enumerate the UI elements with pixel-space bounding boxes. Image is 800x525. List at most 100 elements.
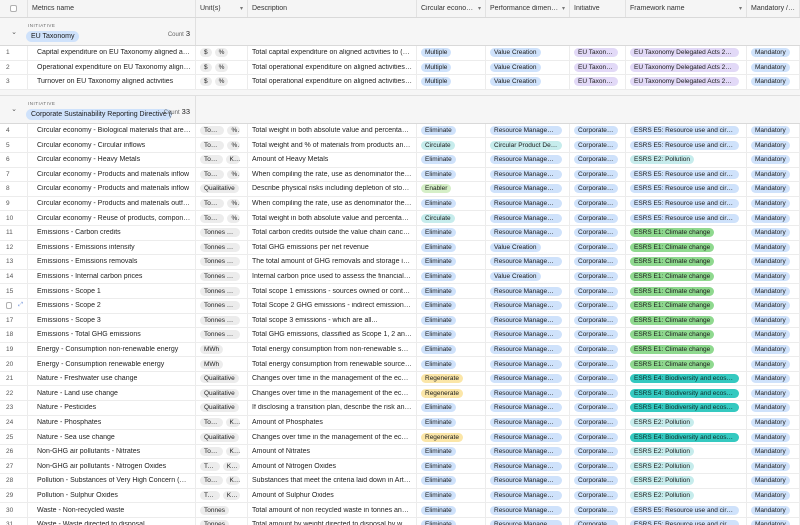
framework-name-cell[interactable]: ESRS E4: Biodiversity and ecosystems bbox=[626, 386, 747, 401]
mandatory-cell[interactable]: Mandatory bbox=[747, 298, 800, 313]
initiative-cell[interactable]: EU Taxonomy bbox=[570, 75, 626, 89]
framework-name-cell[interactable]: ESRS E5: Resource use and circular ... bbox=[626, 182, 747, 196]
performance-dimension-cell[interactable]: Value Creation bbox=[486, 240, 570, 255]
initiative-cell[interactable]: Corporate Su... bbox=[570, 182, 626, 196]
group-toggle[interactable]: ⌄ bbox=[0, 18, 28, 45]
metric-name-cell[interactable]: Pollution - Sulphur Oxides bbox=[28, 488, 196, 503]
performance-dimension-cell[interactable]: Value Creation bbox=[486, 60, 570, 75]
performance-dimension-cell[interactable]: Resource Management bbox=[486, 298, 570, 313]
metric-name-cell[interactable]: Emissions - Emissions intensity bbox=[28, 240, 196, 255]
row-number-cell[interactable]: 10 bbox=[0, 211, 28, 225]
initiative-cell[interactable]: EU Taxonomy bbox=[570, 60, 626, 75]
metric-name-cell[interactable]: Emissions - Scope 2 bbox=[28, 298, 196, 313]
circular-economy-cell[interactable]: Eliminate bbox=[417, 459, 486, 474]
description-cell[interactable]: Changes over time in the management of t… bbox=[248, 371, 417, 386]
framework-name-cell[interactable]: ESRS E5: Resource use and circular ... bbox=[626, 138, 747, 152]
table-row[interactable]: 18 Emissions - Total GHG emissions Tonnes … bbox=[0, 328, 800, 343]
metric-name-cell[interactable]: Waste - Non-recycled waste bbox=[28, 503, 196, 517]
group-toggle[interactable]: ⌄ bbox=[0, 96, 28, 123]
initiative-cell[interactable]: Corporate Su... bbox=[570, 196, 626, 211]
initiative-cell[interactable]: Corporate Su... bbox=[570, 123, 626, 138]
description-cell[interactable]: Total amount of non recycled waste in to… bbox=[248, 503, 417, 517]
mandatory-cell[interactable]: Mandatory bbox=[747, 196, 800, 211]
mandatory-cell[interactable]: Mandatory bbox=[747, 328, 800, 342]
circular-economy-cell[interactable]: Enabler bbox=[417, 182, 486, 196]
row-number-cell[interactable]: 14 bbox=[0, 269, 28, 284]
circular-economy-cell[interactable]: Eliminate bbox=[417, 328, 486, 342]
description-cell[interactable]: Total weight and % of materials from pro… bbox=[248, 138, 417, 152]
description-cell[interactable]: Total operational expenditure on aligned… bbox=[248, 75, 417, 89]
description-cell[interactable]: When compiling the rate, use as denomina… bbox=[248, 196, 417, 211]
mandatory-cell[interactable]: Mandatory bbox=[747, 371, 800, 386]
performance-dimension-cell[interactable]: Resource Management bbox=[486, 415, 570, 430]
table-row[interactable]: 5 Circular economy - Circular inflows Tonn… bbox=[0, 138, 800, 153]
mandatory-cell[interactable]: Mandatory bbox=[747, 401, 800, 415]
units-cell[interactable]: Tonnes% bbox=[196, 138, 248, 152]
row-number-cell[interactable]: 9 bbox=[0, 196, 28, 211]
table-row[interactable]: 30 Waste - Non-recycled waste Tonnes Total … bbox=[0, 503, 800, 518]
circular-economy-cell[interactable]: Eliminate bbox=[417, 401, 486, 415]
column-header-mandatory[interactable]: Mandatory / ... bbox=[747, 0, 800, 17]
mandatory-cell[interactable]: Mandatory bbox=[747, 444, 800, 459]
performance-dimension-cell[interactable]: Resource Management bbox=[486, 386, 570, 401]
performance-dimension-cell[interactable]: Resource Management bbox=[486, 196, 570, 211]
metric-name-cell[interactable]: Emissions - Carbon credits bbox=[28, 225, 196, 240]
circular-economy-cell[interactable]: Eliminate bbox=[417, 240, 486, 255]
performance-dimension-cell[interactable]: Resource Management bbox=[486, 430, 570, 444]
table-row[interactable]: 11 Emissions - Carbon credits Tonnes CO2e T… bbox=[0, 225, 800, 241]
table-row[interactable]: 31 Waste - Waste directed to disposal Tonn… bbox=[0, 517, 800, 525]
metric-name-cell[interactable]: Nature - Freshwater use change bbox=[28, 371, 196, 386]
circular-economy-cell[interactable]: Eliminate bbox=[417, 474, 486, 488]
framework-name-cell[interactable]: ESRS E5: Resource use and circular ... bbox=[626, 123, 747, 138]
mandatory-cell[interactable]: Mandatory bbox=[747, 60, 800, 75]
units-cell[interactable]: Tonnes bbox=[196, 517, 248, 525]
framework-name-cell[interactable]: ESRS E5: Resource use and circular ... bbox=[626, 196, 747, 211]
performance-dimension-cell[interactable]: Resource Management bbox=[486, 313, 570, 328]
framework-name-cell[interactable]: ESRS E2: Pollution bbox=[626, 488, 747, 503]
circular-economy-cell[interactable]: Eliminate bbox=[417, 255, 486, 269]
circular-economy-cell[interactable]: Eliminate bbox=[417, 342, 486, 357]
metric-name-cell[interactable]: Capital expenditure on EU Taxonomy align… bbox=[28, 46, 196, 60]
row-number-cell[interactable]: 25 bbox=[0, 430, 28, 444]
framework-name-cell[interactable]: ESRS E2: Pollution bbox=[626, 459, 747, 474]
circular-economy-cell[interactable]: Eliminate bbox=[417, 225, 486, 240]
row-number-cell[interactable]: 20 bbox=[0, 357, 28, 371]
row-number-cell[interactable]: 23 bbox=[0, 401, 28, 415]
mandatory-cell[interactable]: Mandatory bbox=[747, 123, 800, 138]
row-number-cell[interactable]: 2 bbox=[0, 60, 28, 75]
row-number-cell[interactable]: 28 bbox=[0, 474, 28, 488]
initiative-cell[interactable]: Corporate Su... bbox=[570, 211, 626, 225]
initiative-cell[interactable]: Corporate Su... bbox=[570, 284, 626, 298]
units-cell[interactable]: Qualitative bbox=[196, 182, 248, 196]
framework-name-cell[interactable]: ESRS E1: Climate change bbox=[626, 255, 747, 269]
table-row[interactable]: 3 Turnover on EU Taxonomy aligned activit… bbox=[0, 75, 800, 90]
mandatory-cell[interactable]: Mandatory bbox=[747, 517, 800, 525]
mandatory-cell[interactable]: Mandatory bbox=[747, 75, 800, 89]
performance-dimension-cell[interactable]: Resource Management bbox=[486, 474, 570, 488]
performance-dimension-cell[interactable]: Circular Product Design bbox=[486, 138, 570, 152]
table-row[interactable]: 14 Emissions - Internal carbon prices Tonn… bbox=[0, 269, 800, 285]
mandatory-cell[interactable]: Mandatory bbox=[747, 46, 800, 60]
table-row[interactable]: 24 Nature - Phosphates TonnesKG Amount of P… bbox=[0, 415, 800, 431]
table-row[interactable]: 17 Emissions - Scope 3 Tonnes CO2e Total sc… bbox=[0, 313, 800, 329]
circular-economy-cell[interactable]: Eliminate bbox=[417, 444, 486, 459]
performance-dimension-cell[interactable]: Resource Management bbox=[486, 444, 570, 459]
row-number-cell[interactable]: 15 bbox=[0, 284, 28, 298]
metric-name-cell[interactable]: Emissions - Internal carbon prices bbox=[28, 269, 196, 284]
framework-name-cell[interactable]: ESRS E5: Resource use and circular ... bbox=[626, 211, 747, 225]
metric-name-cell[interactable]: Pollution - Substances of Very High Conc… bbox=[28, 474, 196, 488]
metric-name-cell[interactable]: Circular economy - Circular inflows bbox=[28, 138, 196, 152]
table-row[interactable]: 4 Circular economy - Biological materials… bbox=[0, 123, 800, 139]
column-header-units[interactable]: Unit(s) ▾ bbox=[196, 0, 248, 17]
units-cell[interactable]: Qualitative bbox=[196, 386, 248, 401]
description-cell[interactable]: If disclosing a transition plan, describ… bbox=[248, 401, 417, 415]
units-cell[interactable]: Tonnes% bbox=[196, 123, 248, 138]
initiative-cell[interactable]: Corporate Su... bbox=[570, 517, 626, 525]
mandatory-cell[interactable]: Mandatory bbox=[747, 152, 800, 167]
units-cell[interactable]: Tonnes CO2e bbox=[196, 328, 248, 342]
framework-name-cell[interactable]: ESRS E1: Climate change bbox=[626, 225, 747, 240]
units-cell[interactable]: $% bbox=[196, 46, 248, 60]
framework-name-cell[interactable]: ESRS E1: Climate change bbox=[626, 269, 747, 284]
circular-economy-cell[interactable]: Eliminate bbox=[417, 488, 486, 503]
framework-name-cell[interactable]: EU Taxonomy Delegated Acts 2023 bbox=[626, 46, 747, 60]
